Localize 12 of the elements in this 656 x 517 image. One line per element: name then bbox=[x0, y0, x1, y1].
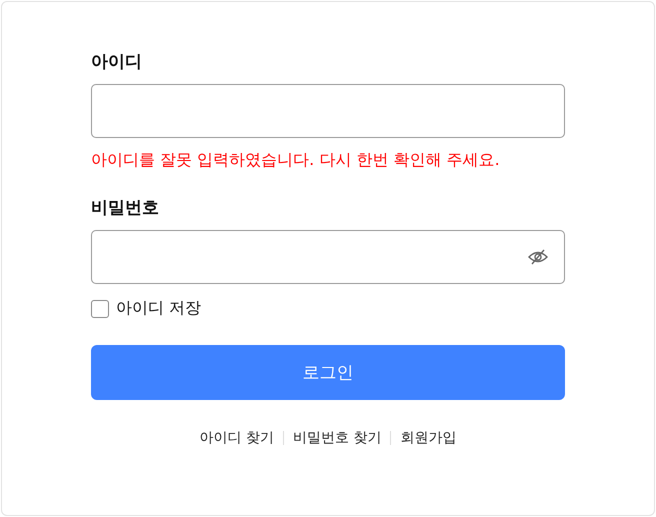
link[interactable]: 아이디 찾기 bbox=[200, 429, 274, 447]
checkbox[interactable] bbox=[91, 300, 109, 318]
field-label: 비밀번호 bbox=[91, 197, 160, 220]
password-field[interactable] bbox=[91, 230, 565, 284]
link[interactable]: 비밀번호 찾기 bbox=[293, 429, 382, 447]
checkbox-label: 아이디 저장 bbox=[116, 298, 202, 319]
field-label: 아이디 bbox=[91, 51, 143, 74]
eye-slash-icon[interactable] bbox=[528, 249, 548, 265]
link[interactable]: 회원가입 bbox=[400, 429, 456, 447]
error-message: 아이디를 잘못 입력하였습니다. 다시 한번 확인해 주세요. bbox=[91, 149, 501, 171]
login-button[interactable]: 로그인 bbox=[91, 345, 565, 400]
input-field[interactable] bbox=[91, 84, 565, 138]
